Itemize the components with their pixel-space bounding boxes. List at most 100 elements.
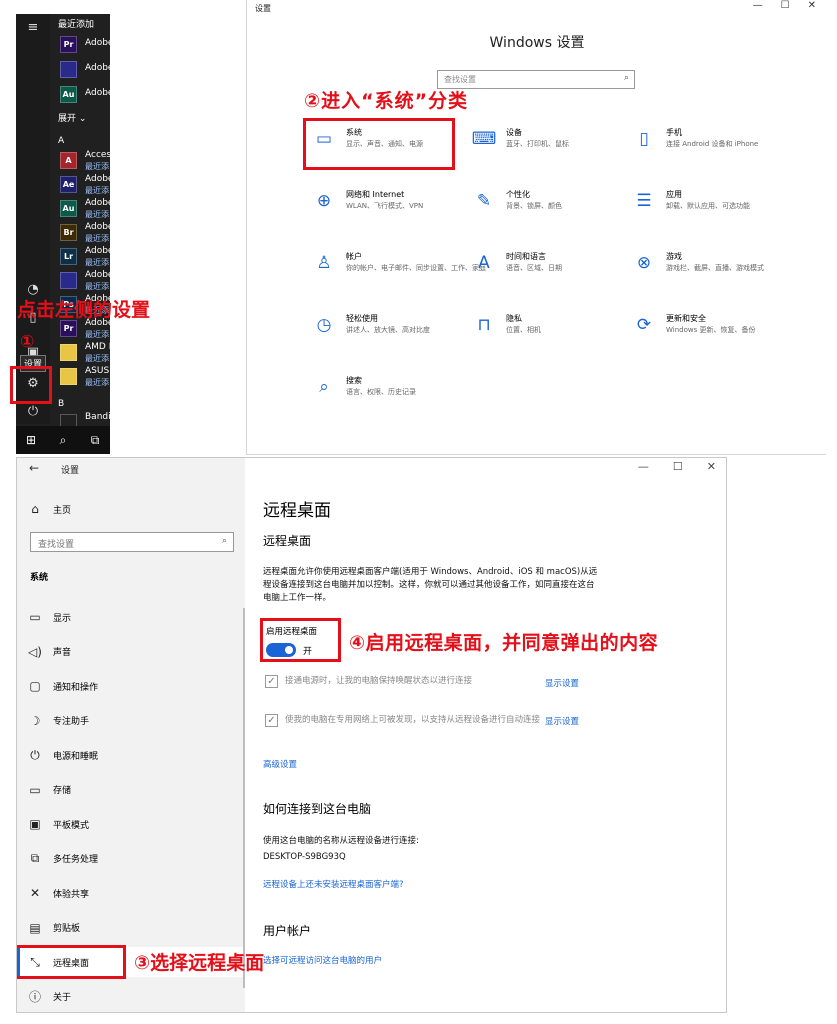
recent-app-item[interactable]: Au Adobe bbox=[60, 84, 110, 106]
sidebar-scrollbar[interactable] bbox=[243, 608, 245, 988]
recent-app-item[interactable]: Adobe bbox=[60, 59, 110, 81]
remote-desktop-description: 远程桌面允许你使用远程桌面客户端(适用于 Windows、Android、iOS… bbox=[263, 567, 598, 603]
page-title: 远程桌面 bbox=[263, 501, 331, 521]
category-title: 隐私 bbox=[506, 314, 522, 323]
sidebar-item-label: 通知和操作 bbox=[53, 682, 99, 693]
annotation-step1: 点击左侧的设置 bbox=[17, 299, 151, 321]
back-arrow-icon[interactable]: ← bbox=[29, 461, 39, 475]
app-recent-badge: 最近添 bbox=[85, 330, 109, 339]
sidebar-item-speaker[interactable]: ◁) 声音 bbox=[17, 637, 245, 667]
category-title: 应用 bbox=[666, 190, 682, 199]
sidebar-item-clipboard[interactable]: ▤ 剪贴板 bbox=[17, 913, 245, 943]
category-desc: 语音、区域、日期 bbox=[506, 264, 562, 272]
category-title: 搜索 bbox=[346, 376, 362, 385]
category-keyboard[interactable]: ⌨ 设备 蓝牙、打印机、鼠标 bbox=[472, 127, 637, 173]
sidebar-item-notification[interactable]: ▢ 通知和操作 bbox=[17, 671, 245, 701]
task-view-icon[interactable]: ⧉ bbox=[80, 426, 110, 454]
app-list-item[interactable]: Au Adobe 最近添 bbox=[60, 198, 110, 220]
category-person[interactable]: ♙ 帐户 你的帐户、电子邮件、同步设置、工作、家庭 bbox=[312, 251, 486, 297]
show-settings-link-2[interactable]: 显示设置 bbox=[545, 715, 579, 727]
select-users-link[interactable]: 选择可远程访问这台电脑的用户 bbox=[263, 954, 382, 966]
app-recent-badge: 最近添 bbox=[85, 378, 109, 387]
annotation-highlight-system bbox=[303, 118, 455, 170]
search-icon[interactable]: ⌕ bbox=[48, 426, 78, 454]
settings-home-window: 设置 — ☐ ✕ Windows 设置 查找设置 ⌕ ▭ 系统 显示、声音、通知、电… bbox=[246, 0, 826, 455]
sidebar-item-power[interactable]: ⏻ 电源和睡眠 bbox=[17, 740, 245, 770]
sidebar-item-storage[interactable]: ▭ 存储 bbox=[17, 775, 245, 805]
app-list-item[interactable]: AMD R 最近添 bbox=[60, 342, 110, 364]
app-list-item[interactable]: Adobe 最近添 bbox=[60, 270, 110, 292]
windows-start-icon[interactable]: ⊞ bbox=[16, 426, 46, 454]
close-icon[interactable]: ✕ bbox=[808, 0, 816, 11]
advanced-settings-link[interactable]: 高级设置 bbox=[263, 758, 297, 770]
phone-icon: ▯ bbox=[639, 129, 649, 149]
minimize-icon[interactable]: — bbox=[753, 0, 763, 11]
category-phone[interactable]: ▯ 手机 连接 Android 设备和 iPhone bbox=[632, 127, 797, 173]
sidebar-item-monitor[interactable]: ▭ 显示 bbox=[17, 602, 245, 632]
sidebar-item-home[interactable]: ⌂ 主页 bbox=[17, 494, 245, 524]
paint-icon: ✎ bbox=[476, 191, 492, 211]
sidebar-item-label: 剪贴板 bbox=[53, 924, 81, 934]
app-list-item[interactable]: Ae Adobe 最近添 bbox=[60, 174, 110, 196]
app-list-item[interactable]: A Access 最近添 bbox=[60, 150, 110, 172]
sidebar-item-share[interactable]: ✕ 体验共享 bbox=[17, 878, 245, 908]
recent-app-item[interactable]: Pr Adobe bbox=[60, 34, 110, 56]
user-accounts-title: 用户帐户 bbox=[263, 924, 312, 938]
search-icon[interactable]: ⌕ bbox=[624, 73, 629, 83]
app-recent-badge: 最近添 bbox=[85, 186, 109, 195]
app-name: Adobe bbox=[85, 88, 110, 98]
category-xbox[interactable]: ⊗ 游戏 游戏栏、截屏、直播、游戏模式 bbox=[632, 251, 797, 297]
sidebar-item-label: 主页 bbox=[53, 505, 72, 516]
category-ease-of-access[interactable]: ◷ 轻松使用 讲述人、放大镜、高对比度 bbox=[312, 313, 477, 359]
app-list-item[interactable]: ASUS 最近添 bbox=[60, 366, 110, 388]
sidebar-item-label: 专注助手 bbox=[53, 717, 90, 727]
share-icon: ✕ bbox=[29, 886, 41, 900]
app-recent-badge: 最近添 bbox=[85, 282, 109, 291]
category-lock[interactable]: ⊓ 隐私 位置、相机 bbox=[472, 313, 637, 359]
app-tile-icon: Pr bbox=[60, 320, 77, 337]
discoverable-checkbox[interactable]: ✓ bbox=[265, 714, 278, 727]
category-search[interactable]: ⌕ 搜索 语言、权限、历史记录 bbox=[312, 375, 477, 421]
app-recent-badge: 最近添 bbox=[85, 258, 109, 267]
annotation-highlight-remote-desktop bbox=[17, 945, 126, 979]
category-sync[interactable]: ⟳ 更新和安全 Windows 更新、恢复、备份 bbox=[632, 313, 797, 359]
app-tile-icon: A bbox=[60, 152, 77, 169]
category-desc: 游戏栏、截屏、直播、游戏模式 bbox=[666, 264, 764, 272]
category-apps-list[interactable]: ☰ 应用 卸载、默认应用、可选功能 bbox=[632, 189, 797, 235]
how-to-connect-text: 使用这台电脑的名称从远程设备进行连接: bbox=[263, 836, 419, 846]
sidebar-item-moon[interactable]: ☽ 专注助手 bbox=[17, 706, 245, 736]
category-language[interactable]: A 时间和语言 语音、区域、日期 bbox=[472, 251, 637, 297]
letter-header-b[interactable]: B bbox=[58, 399, 64, 409]
app-list-item[interactable]: Br Adobe 最近添 bbox=[60, 222, 110, 244]
category-title: 设备 bbox=[506, 128, 522, 137]
install-client-link[interactable]: 远程设备上还未安装远程桌面客户端? bbox=[263, 878, 404, 890]
remote-desktop-settings-window: ← 设置 ⌂ 主页 查找设置 ⌕ 系统 ▭ 显示 ◁) 声音 ▢ 通知和操作 ☽ 专注助手 ⏻ 电… bbox=[16, 457, 727, 1013]
search-icon[interactable]: ⌕ bbox=[222, 536, 227, 546]
app-name: ASUS bbox=[85, 366, 110, 376]
app-name: Bandiz bbox=[85, 412, 110, 422]
keep-awake-label: 接通电源时，让我的电脑保持唤醒状态以进行连接 bbox=[285, 676, 473, 686]
discoverable-label: 使我的电脑在专用网络上可被发现，以支持从远程设备进行自动连接 bbox=[285, 715, 541, 725]
category-title: 轻松使用 bbox=[346, 314, 378, 323]
expand-toggle[interactable]: 展开 ⌄ bbox=[58, 111, 86, 124]
sidebar-item-info[interactable]: ⓘ 关于 bbox=[17, 982, 245, 1012]
hamburger-menu-icon[interactable]: ≡ bbox=[16, 14, 50, 40]
show-settings-link-1[interactable]: 显示设置 bbox=[545, 677, 579, 689]
letter-header-a[interactable]: A bbox=[58, 136, 64, 146]
maximize-icon[interactable]: ☐ bbox=[781, 0, 790, 11]
app-recent-badge: 最近添 bbox=[85, 234, 109, 243]
category-desc: 你的帐户、电子邮件、同步设置、工作、家庭 bbox=[346, 264, 486, 272]
app-tile-icon: Pr bbox=[60, 36, 77, 53]
category-desc: 讲述人、放大镜、高对比度 bbox=[346, 326, 430, 334]
keep-awake-checkbox[interactable]: ✓ bbox=[265, 675, 278, 688]
app-list-item[interactable]: Lr Adobe 最近添 bbox=[60, 246, 110, 268]
category-globe[interactable]: ⊕ 网络和 Internet WLAN、飞行模式、VPN bbox=[312, 189, 477, 235]
category-paint[interactable]: ✎ 个性化 背景、锁屏、颜色 bbox=[472, 189, 637, 235]
sidebar-search-input[interactable]: 查找设置 ⌕ bbox=[30, 532, 234, 552]
power-icon: ⏻ bbox=[30, 747, 40, 762]
sidebar-item-multitask[interactable]: ⧉ 多任务处理 bbox=[17, 844, 245, 874]
sidebar-item-tablet[interactable]: ▣ 平板模式 bbox=[17, 809, 245, 839]
app-name: Adobe bbox=[85, 174, 110, 184]
window-title: 设置 bbox=[61, 466, 80, 476]
category-desc: 连接 Android 设备和 iPhone bbox=[666, 140, 759, 148]
